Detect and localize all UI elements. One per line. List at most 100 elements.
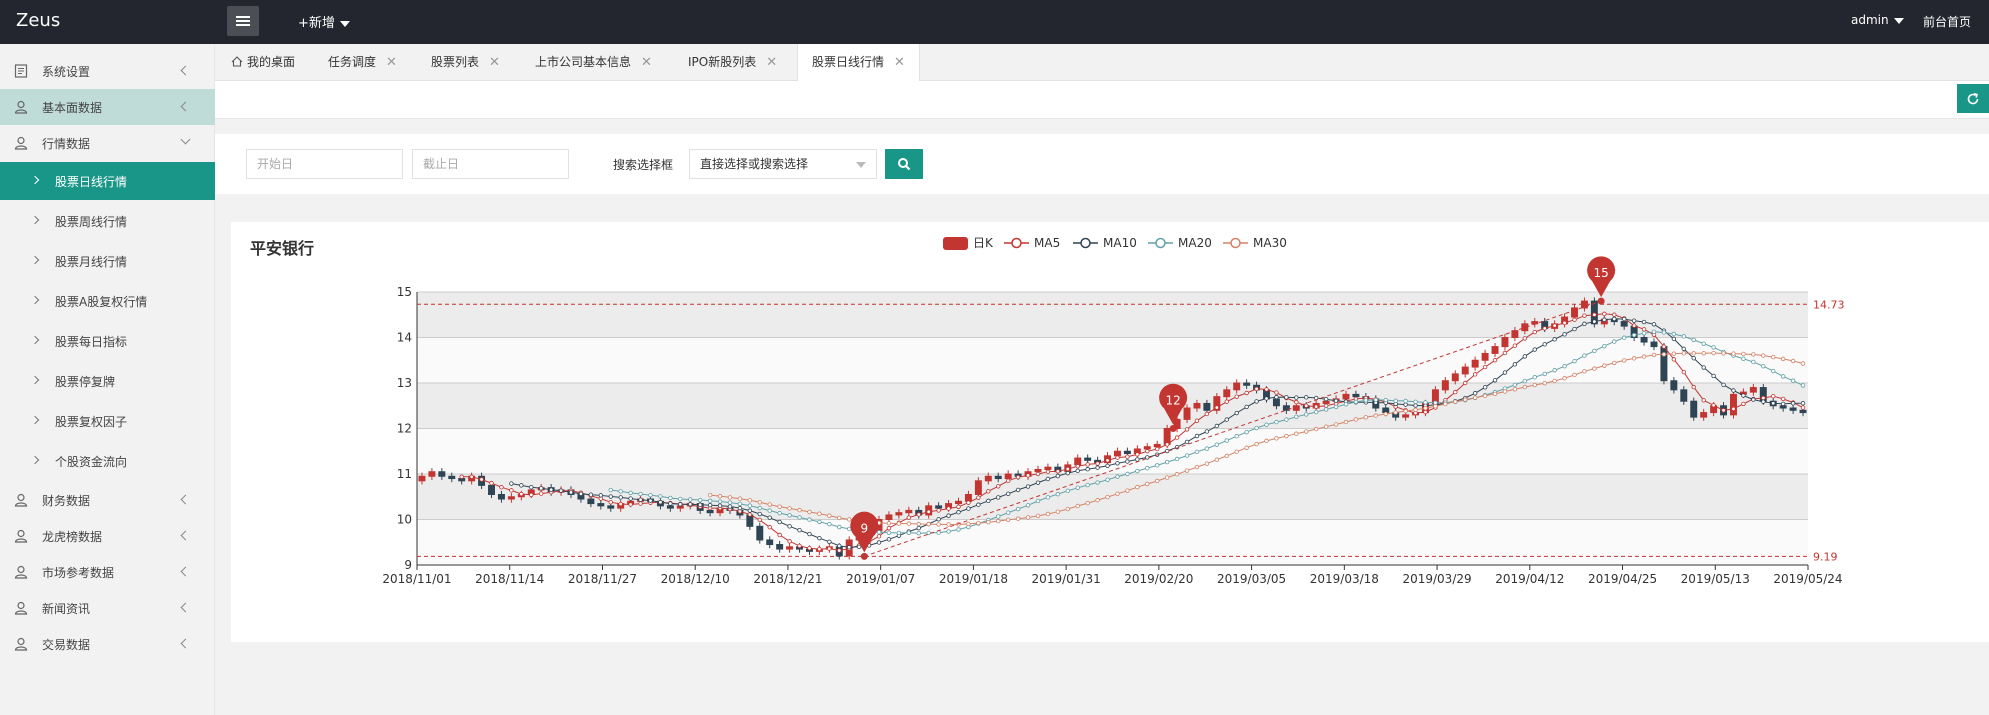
sidebar-subitem-suspension[interactable]: 股票停复牌 <box>0 362 215 400</box>
ma10-point <box>668 501 673 506</box>
close-icon[interactable]: ✕ <box>766 55 777 70</box>
sidebar-item-market-data[interactable]: 行情数据 <box>0 125 215 161</box>
ma5-point <box>1234 394 1239 399</box>
candle-body <box>974 480 982 495</box>
start-date-input[interactable]: 开始日 <box>246 149 403 179</box>
x-tick-label: 2019/04/12 <box>1495 572 1564 586</box>
ma5-point <box>886 525 892 531</box>
sidebar-item-trading-data[interactable]: 交易数据 <box>0 626 215 662</box>
tab-daily-quotes[interactable]: 股票日线行情 ✕ <box>797 44 920 81</box>
ma20-point <box>1075 485 1080 490</box>
ma20-point <box>1065 488 1070 494</box>
ma30-point <box>906 521 912 526</box>
home-icon <box>231 56 243 67</box>
sidebar-subitem-money-flow[interactable]: 个股资金流向 <box>0 442 215 480</box>
ma30-point <box>1204 461 1210 466</box>
ma30-point <box>1572 372 1577 378</box>
ma20-point <box>1194 449 1200 455</box>
ma5-point <box>1423 409 1428 415</box>
ma30-point <box>916 521 921 527</box>
ma5-point <box>618 501 623 507</box>
ma30-point <box>1125 488 1130 493</box>
close-icon[interactable]: ✕ <box>489 55 500 70</box>
ma5-point <box>509 488 514 493</box>
candlestick-chart[interactable]: 9 10 11 12 13 14 15 2018/11/01 2018/11/14 2018/11… <box>231 222 1989 642</box>
ma5-point <box>529 492 534 498</box>
caret-down-icon <box>1893 17 1904 24</box>
search-button[interactable] <box>885 149 923 179</box>
ma20-point <box>876 530 882 535</box>
ma5-point <box>1502 350 1508 356</box>
refresh-button[interactable] <box>1957 84 1989 113</box>
sidebar-subitem-daily-quotes[interactable]: 股票日线行情 <box>0 162 215 200</box>
new-dropdown-label: +新增 <box>298 16 335 31</box>
sidebar-item-market-reference[interactable]: 市场参考数据 <box>0 554 215 590</box>
ma20-point <box>1790 378 1796 383</box>
candle-body <box>1749 387 1757 393</box>
sidebar-subitem-daily-indicators[interactable]: 股票每日指标 <box>0 322 215 360</box>
ma10-point <box>1055 473 1061 479</box>
user-icon <box>14 565 28 579</box>
ma30-point <box>1612 360 1617 366</box>
ma10-point <box>1542 342 1547 347</box>
ma5-point <box>996 484 1001 489</box>
tab-label: 上市公司基本信息 <box>535 55 632 69</box>
candle-body <box>1580 300 1588 309</box>
ma5-point <box>936 508 941 513</box>
user-menu[interactable]: admin <box>1851 13 1904 27</box>
close-icon[interactable]: ✕ <box>386 55 397 70</box>
ma20-point <box>807 517 812 522</box>
ma5-point <box>1095 461 1100 466</box>
tab-ipo-list[interactable]: IPO新股列表 ✕ <box>688 44 777 81</box>
tab-company-info[interactable]: 上市公司基本信息 ✕ <box>535 44 652 81</box>
stock-select[interactable]: 直接选择或搜索选择 <box>689 149 877 179</box>
candle-body <box>1730 393 1737 416</box>
tab-my-desktop[interactable]: 我的桌面 <box>231 44 295 81</box>
close-icon[interactable]: ✕ <box>894 55 905 70</box>
ma10-point <box>1532 347 1537 352</box>
sidebar-item-financial-data[interactable]: 财务数据 <box>0 482 215 518</box>
ma20-point <box>717 499 723 504</box>
ma20-point <box>1323 407 1329 412</box>
ma20-point <box>688 497 693 502</box>
sidebar-item-fundamental-data[interactable]: 基本面数据 <box>0 89 215 125</box>
ma30-point <box>986 519 991 525</box>
sidebar-item-dragon-tiger[interactable]: 龙虎榜数据 <box>0 518 215 554</box>
ma30-point <box>1423 405 1428 411</box>
ma10-point <box>1631 318 1637 323</box>
ma10-point <box>1125 459 1130 464</box>
sidebar-subitem-adjust-factor[interactable]: 股票复权因子 <box>0 402 215 440</box>
close-icon[interactable]: ✕ <box>641 55 652 70</box>
ma20-point <box>757 505 762 511</box>
ma30-point <box>1164 475 1170 480</box>
tab-task-scheduling[interactable]: 任务调度 ✕ <box>328 44 397 81</box>
sidebar-item-system-settings[interactable]: 系统设置 <box>0 53 215 89</box>
ma10-point <box>568 490 574 495</box>
menu-toggle-button[interactable] <box>227 6 259 36</box>
ma10-point <box>1621 316 1627 322</box>
ma30-point <box>946 522 951 527</box>
ma5-point <box>538 491 544 496</box>
sidebar-subitem-monthly-quotes[interactable]: 股票月线行情 <box>0 242 215 280</box>
new-dropdown-button[interactable]: +新增 <box>298 12 350 31</box>
ma5-point <box>1155 446 1160 452</box>
sidebar-subitem-adjusted-quotes[interactable]: 股票A股复权行情 <box>0 282 215 320</box>
candle-body <box>895 512 903 516</box>
ma5-point <box>1761 395 1766 401</box>
ma5-point <box>459 474 464 479</box>
sidebar-item-news[interactable]: 新闻资讯 <box>0 590 215 626</box>
candle-body <box>984 475 992 482</box>
ma10-point <box>509 481 514 486</box>
end-date-input[interactable]: 截止日 <box>412 149 569 179</box>
ma30-point <box>1532 382 1537 388</box>
candle-body <box>488 484 495 495</box>
ma30-point <box>976 520 981 526</box>
ma10-point <box>1701 365 1706 370</box>
ma30-point <box>1393 410 1398 415</box>
sidebar-subitem-weekly-quotes[interactable]: 股票周线行情 <box>0 202 215 240</box>
ma30-point <box>1691 351 1696 356</box>
front-page-link[interactable]: 前台首页 <box>1923 13 1971 30</box>
ma5-point <box>1582 313 1587 318</box>
tab-stock-list[interactable]: 股票列表 ✕ <box>431 44 500 81</box>
ma20-point <box>1343 402 1349 407</box>
